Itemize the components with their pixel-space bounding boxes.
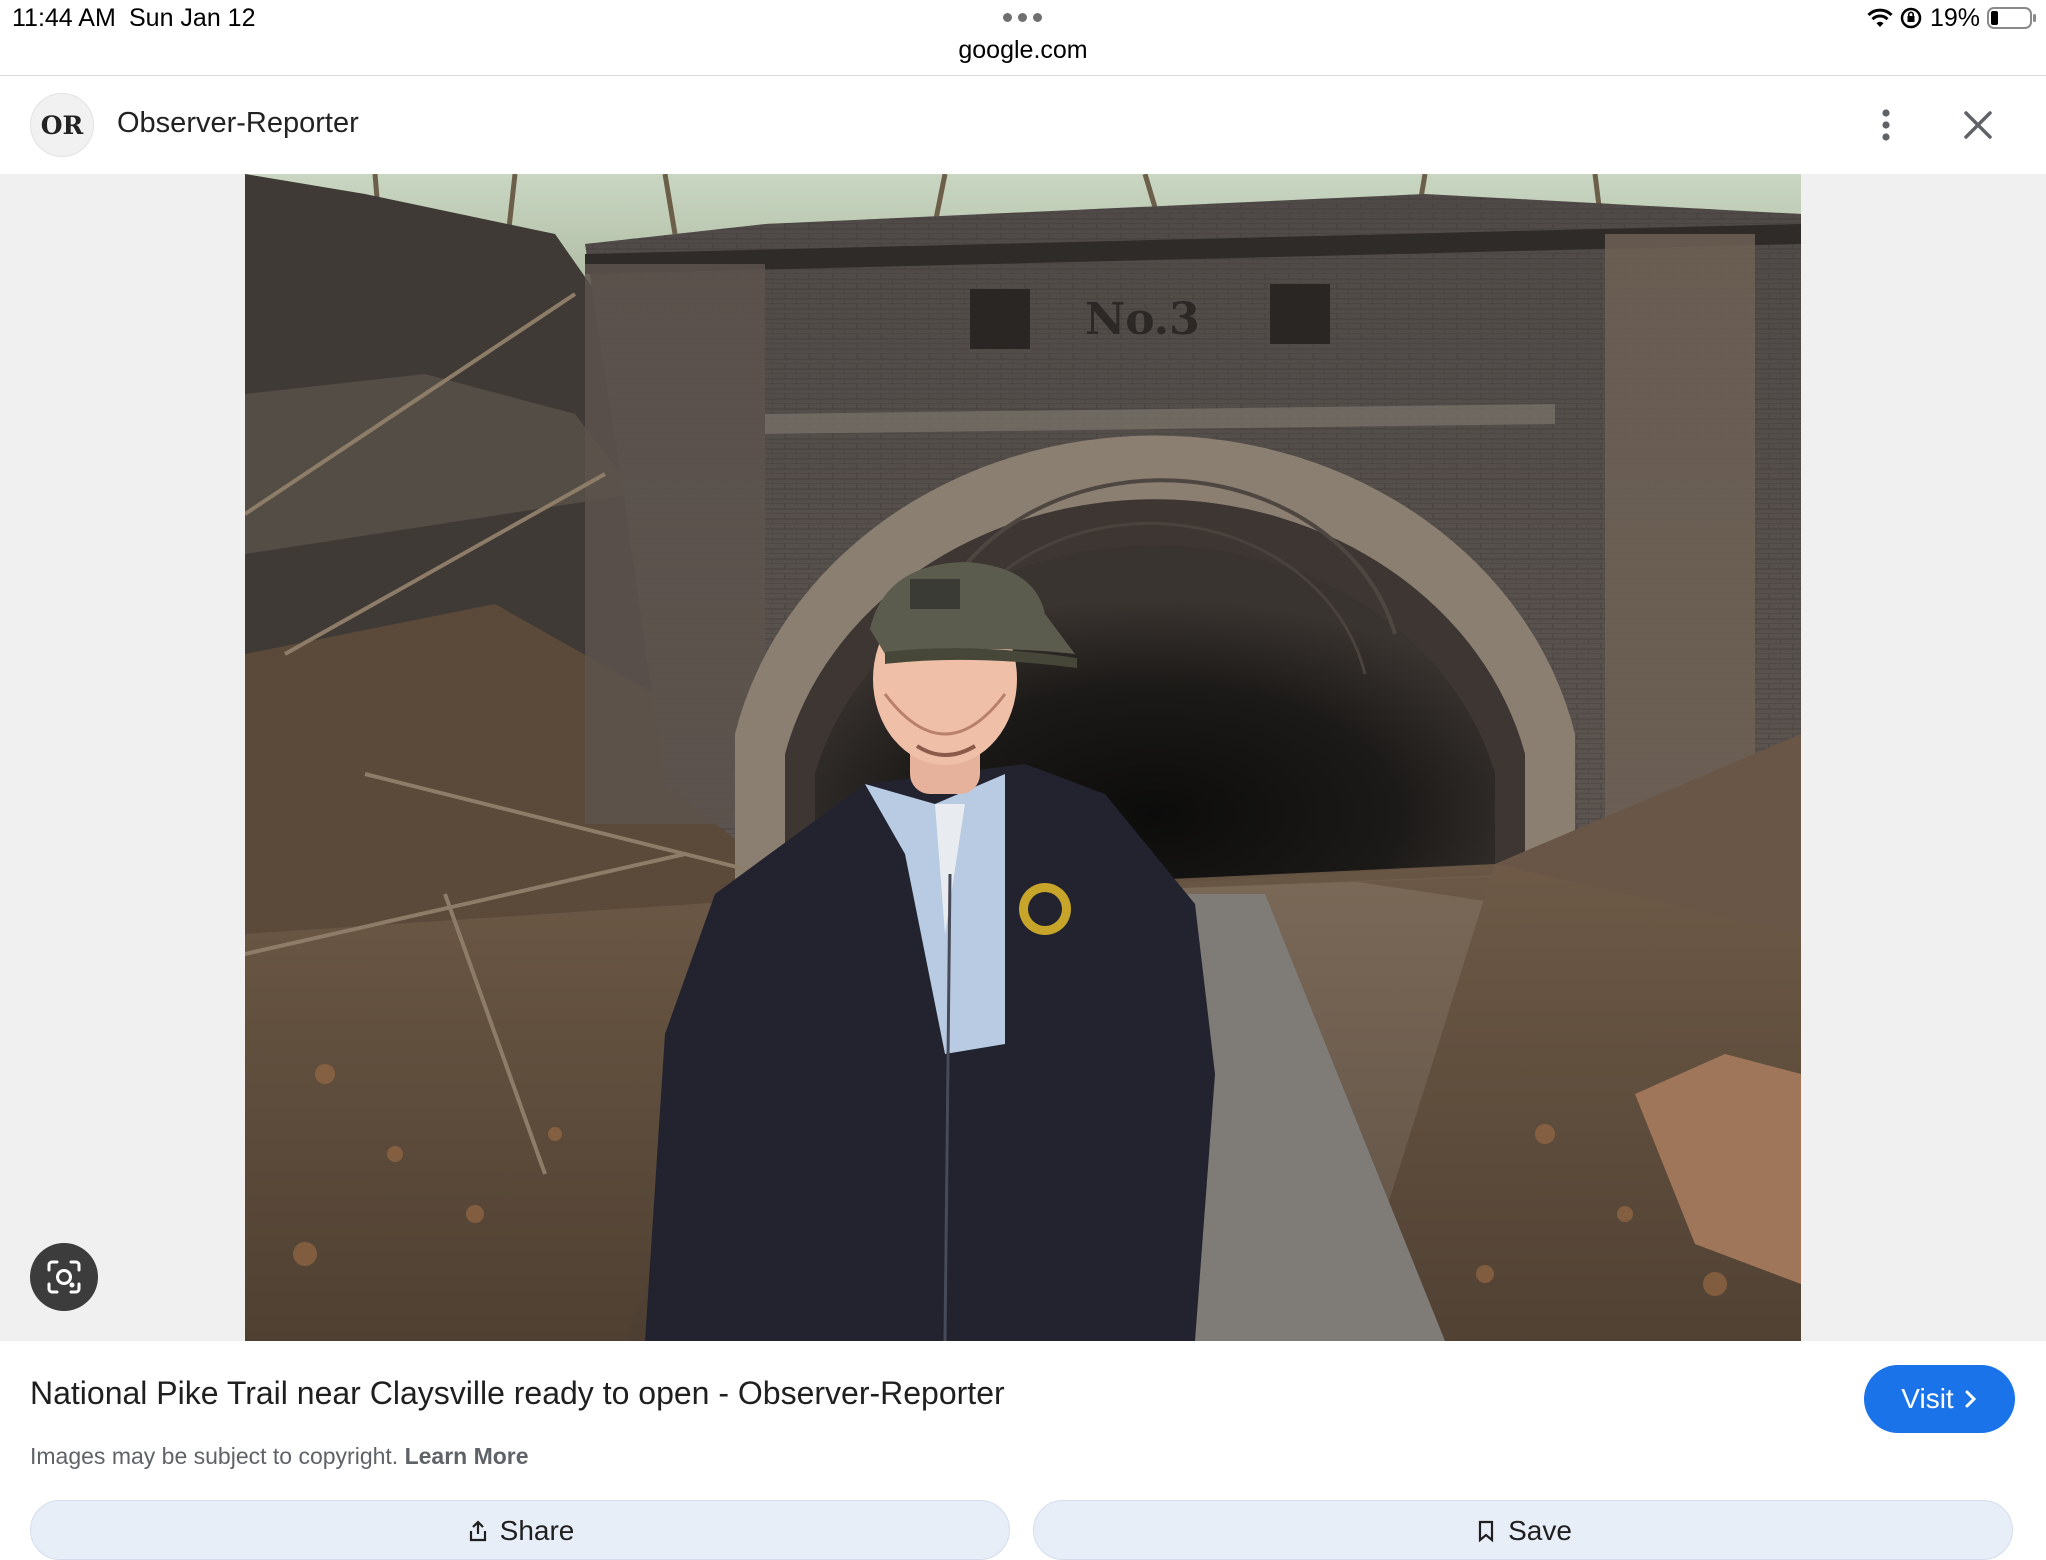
visit-button[interactable]: Visit [1864,1365,2015,1433]
viewer-header: OR Observer-Reporter [0,77,2046,174]
bookmark-icon [1478,1520,1494,1543]
copyright-text: Images may be subject to copyright. [30,1443,399,1469]
rotation-lock-icon [1900,7,1922,29]
status-time: 11:44 AM [12,4,116,32]
chevron-right-icon [1965,1390,1976,1408]
close-icon[interactable] [1960,107,1996,143]
learn-more-link[interactable]: Learn More [405,1443,529,1469]
source-logo[interactable]: OR [30,93,94,157]
share-label: Share [499,1515,575,1546]
save-label: Save [1508,1515,1572,1546]
visit-label: Visit [1901,1383,1954,1414]
source-name[interactable]: Observer-Reporter [117,107,359,140]
battery-percentage: 19% [1930,4,1981,32]
address-url[interactable]: google.com [0,36,2046,65]
save-button[interactable]: Save [1033,1500,2013,1560]
copyright-notice: Images may be subject to copyright. Lear… [30,1443,529,1470]
tunnel-sign: No.3 [1085,294,1200,345]
wifi-icon [1867,8,1893,27]
result-image[interactable]: No.3 [245,174,1801,1341]
result-title[interactable]: National Pike Trail near Claysville read… [30,1375,1005,1412]
more-vert-icon[interactable] [1870,105,1902,145]
result-info: National Pike Trail near Claysville read… [0,1341,2046,1560]
lens-search-button[interactable] [30,1243,98,1311]
status-date: Sun Jan 12 [129,4,256,32]
tunnel-photo: No.3 [245,174,1801,1341]
share-button[interactable]: Share [30,1500,1010,1560]
multitasking-dots-icon[interactable] [1001,10,1045,24]
share-icon [469,1520,486,1542]
status-bar: 11:44 AM Sun Jan 12 google.com 19% [0,0,2046,76]
lens-icon [47,1260,81,1294]
image-stage: No.3 [0,174,2046,1341]
battery-icon [1987,7,2036,29]
